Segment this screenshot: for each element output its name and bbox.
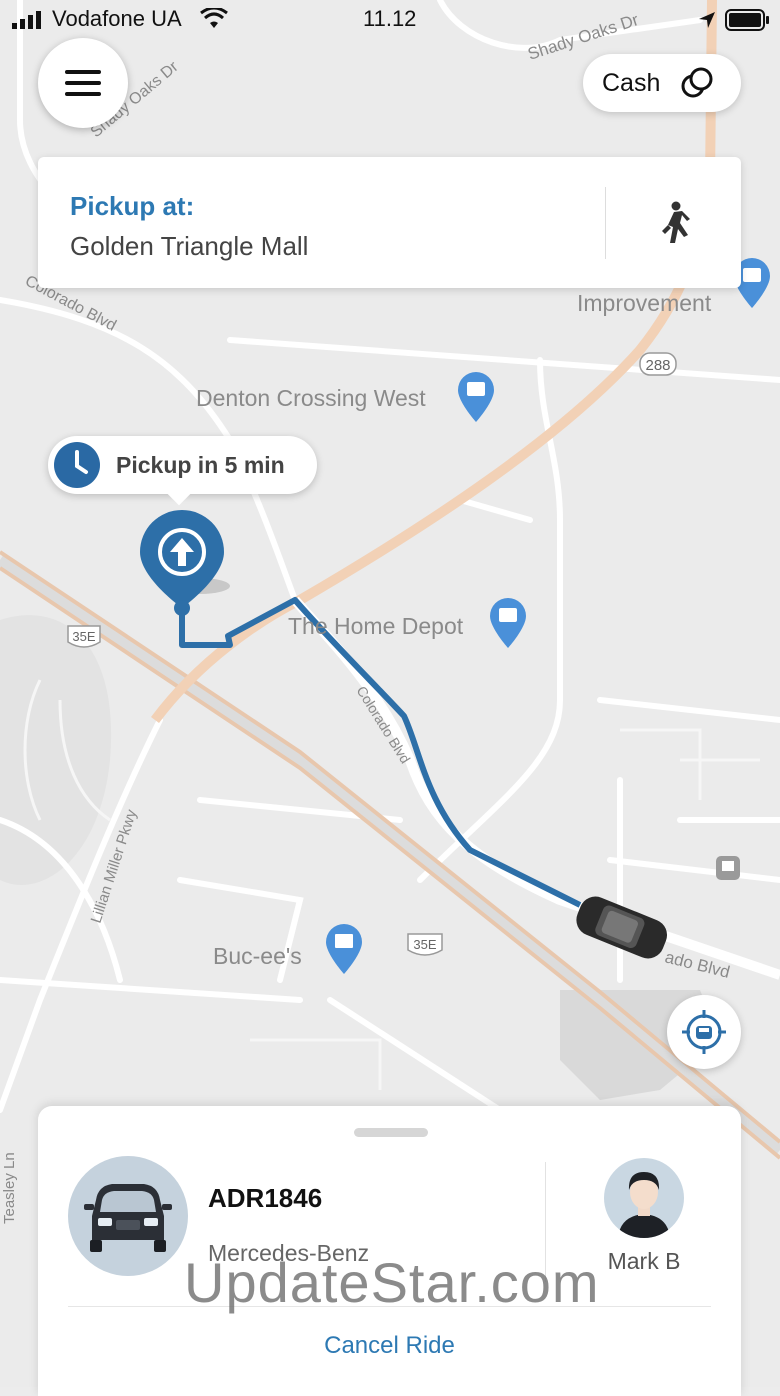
hwy-35e-shield-1: 35E <box>67 625 101 648</box>
svg-text:35E: 35E <box>72 629 95 644</box>
watermark: UpdateStar.com <box>184 1251 600 1314</box>
cancel-ride-button[interactable]: Cancel Ride <box>38 1332 741 1360</box>
map-label-bucees: Buc-ee's <box>213 943 302 969</box>
person-icon <box>618 1172 670 1238</box>
pickup-title: Pickup at: <box>70 191 195 221</box>
vehicle-plate: ADR1846 <box>208 1183 323 1213</box>
location-arrow-icon <box>699 12 715 28</box>
pickup-eta-bubble: Pickup in 5 min <box>48 436 317 506</box>
map-label-denton: Denton Crossing West <box>196 385 426 411</box>
payment-method-button[interactable]: Cash <box>583 54 741 112</box>
map-label-improvement: Improvement <box>577 290 712 316</box>
pickup-eta-label: Pickup in 5 min <box>116 452 285 478</box>
clock-label: 11.12 <box>363 6 417 31</box>
map-label-home-depot: The Home Depot <box>288 613 464 639</box>
vehicle-avatar <box>68 1156 188 1276</box>
status-bar: Vodafone UA 11.12 <box>0 0 780 40</box>
wifi-icon <box>200 8 228 28</box>
svg-text:35E: 35E <box>413 937 436 952</box>
battery-icon <box>725 9 769 31</box>
pickup-location-card[interactable]: Pickup at: Golden Triangle Mall <box>38 157 741 288</box>
svg-text:288: 288 <box>645 357 670 374</box>
train-station-icon <box>716 856 740 880</box>
signal-icon <box>12 11 41 29</box>
clock-icon <box>54 442 100 488</box>
payment-label: Cash <box>602 68 661 97</box>
locate-car-button[interactable] <box>667 995 741 1069</box>
hamburger-icon <box>65 70 101 96</box>
hwy-35e-shield-2: 35E <box>407 933 443 956</box>
map-label-teasley: Teasley Ln <box>1 1152 18 1224</box>
carrier-label: Vodafone UA <box>52 6 182 31</box>
van-icon <box>84 1184 172 1252</box>
car-target-icon <box>682 1010 726 1054</box>
coins-icon <box>681 67 713 98</box>
divider <box>605 187 606 259</box>
menu-button[interactable] <box>38 38 128 128</box>
sheet-drag-handle[interactable] <box>354 1128 428 1137</box>
driver-avatar[interactable] <box>604 1158 684 1238</box>
walking-icon[interactable] <box>656 201 692 245</box>
pickup-place: Golden Triangle Mall <box>70 231 309 261</box>
